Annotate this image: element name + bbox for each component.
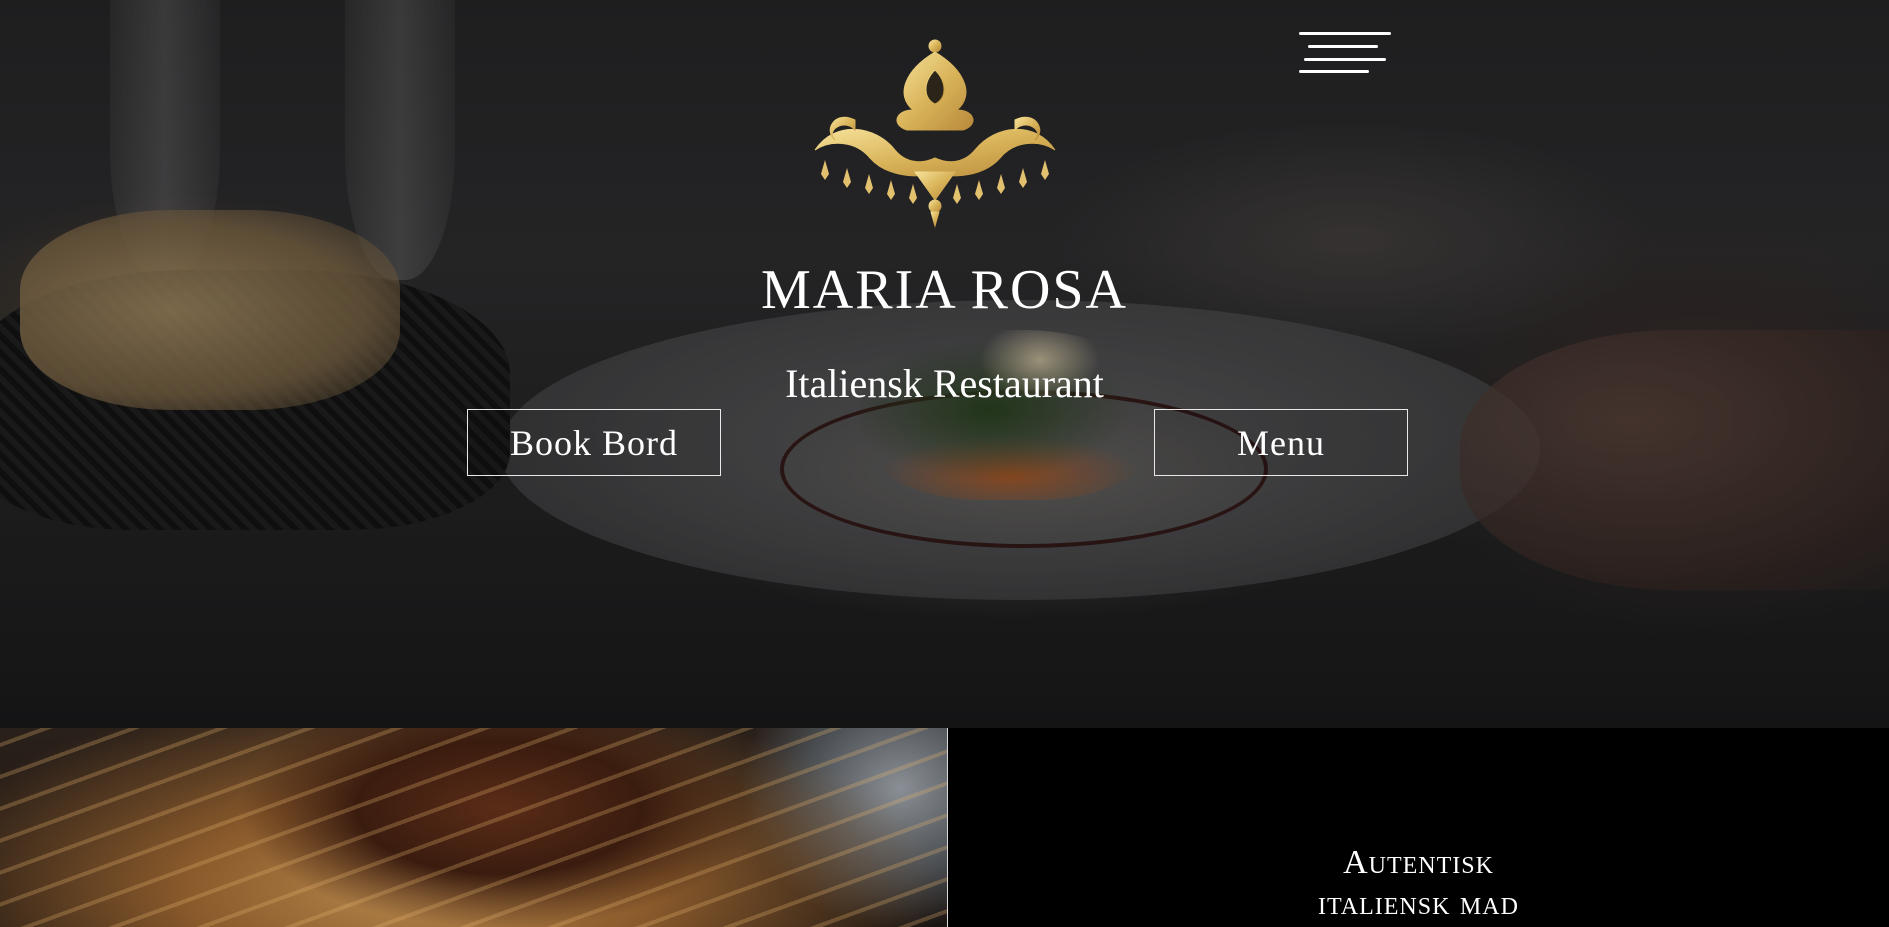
restaurant-tagline: Italiensk Restaurant [785,361,1104,406]
hamburger-menu-icon[interactable] [1296,28,1391,78]
book-table-button[interactable]: Book Bord [467,409,721,476]
chandelier-logo-icon [814,0,1056,228]
pasta-image [0,728,947,927]
book-table-label: Book Bord [509,422,678,463]
section-heading-line2: italiensk mad [1318,885,1519,922]
menu-button[interactable]: Menu [1154,409,1408,476]
restaurant-name: MARIA ROSA [761,259,1128,321]
pasta-texture [0,728,947,927]
section-heading-line1: Autentisk [1343,844,1494,881]
section-heading: Autentisk italiensk mad [948,842,1889,924]
menu-button-label: Menu [1237,422,1325,463]
